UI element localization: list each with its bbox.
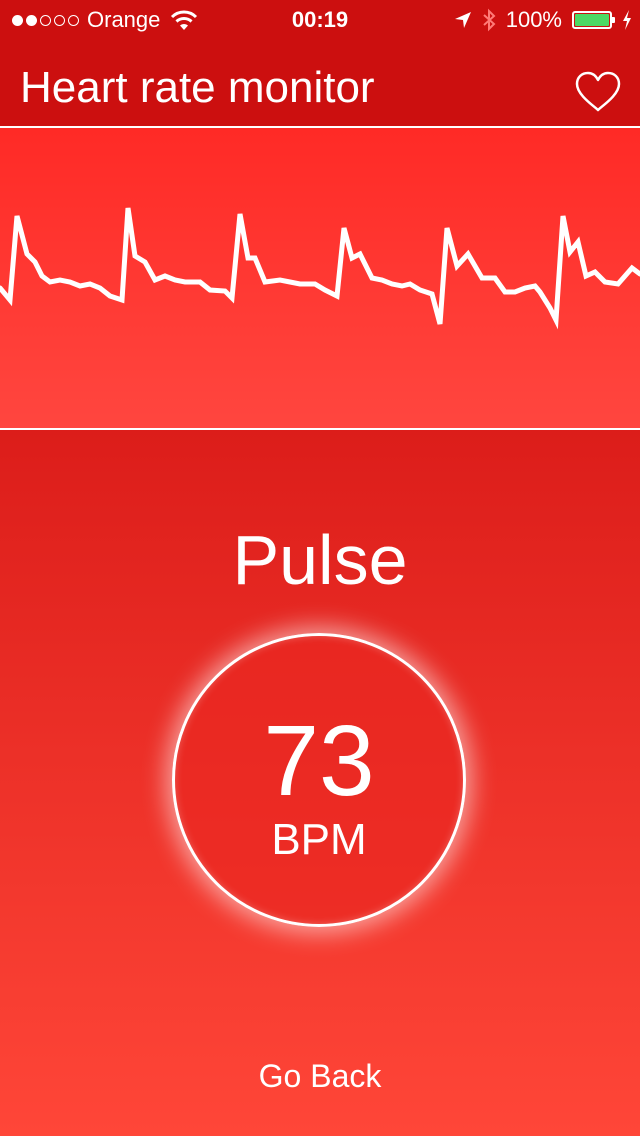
pulse-label: Pulse — [232, 521, 408, 599]
top-bar: Orange 00:19 100% Heart rate monitor — [0, 0, 640, 126]
battery-level-fill — [575, 14, 609, 26]
heart-rate-graph — [0, 128, 640, 428]
status-right: 100% — [454, 0, 632, 40]
ecg-waveform — [0, 207, 640, 330]
location-arrow-icon — [454, 12, 471, 28]
status-bar: Orange 00:19 100% — [0, 0, 640, 40]
go-back-button[interactable]: Go Back — [0, 1056, 640, 1096]
charging-bolt-icon — [623, 10, 631, 30]
battery-icon — [572, 11, 615, 29]
heart-outline-icon[interactable] — [574, 70, 622, 114]
ecg-line — [0, 207, 640, 330]
page-title: Heart rate monitor — [20, 63, 375, 112]
bpm-circle: 73 BPM — [172, 633, 466, 927]
bpm-value: 73 — [263, 705, 375, 817]
bluetooth-icon — [483, 8, 496, 32]
battery-percent: 100% — [505, 7, 562, 32]
bpm-unit: BPM — [271, 815, 367, 864]
